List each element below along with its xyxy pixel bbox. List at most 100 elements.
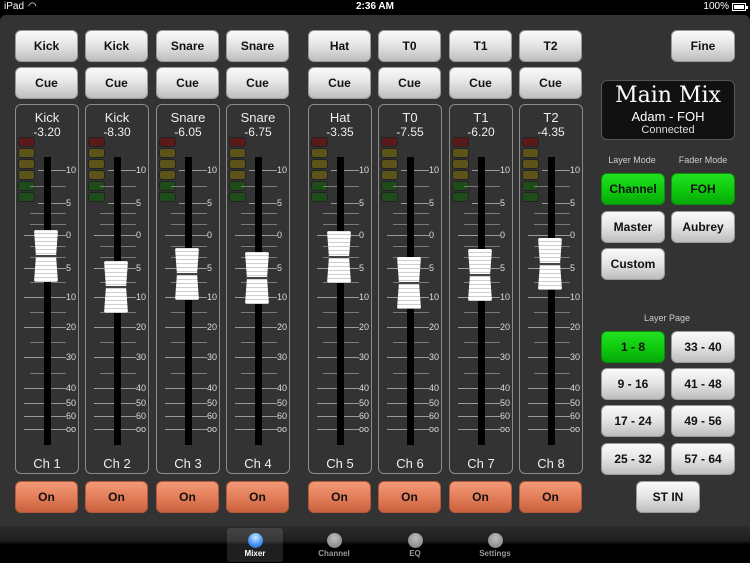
level-meter [18,137,35,203]
status-bar: iPad ◠ 2:36 AM 100% [0,0,750,15]
cue-button[interactable]: Cue [15,67,78,99]
cue-button[interactable]: Cue [449,67,512,99]
channel-name-button[interactable]: Snare [226,30,289,62]
fader-handle[interactable] [397,256,421,309]
channel-on-button[interactable]: On [308,481,371,513]
main-mix-display: Main Mix Adam - FOH Connected [601,80,735,140]
channel-on-button[interactable]: On [226,481,289,513]
meter-segment [18,137,35,147]
layer-mode-channel-button[interactable]: Channel [601,173,665,205]
scale-label: 30 [359,352,370,362]
st-in-button[interactable]: ST IN [636,481,700,513]
fader-handle[interactable] [327,231,351,284]
scale-label: 20 [136,322,147,332]
tab-label: Channel [318,549,350,558]
channel-name-button[interactable]: T2 [519,30,582,62]
channel-name-button[interactable]: Kick [15,30,78,62]
channel-on-button[interactable]: On [519,481,582,513]
channel-name-button[interactable]: T1 [449,30,512,62]
scale-label: 30 [136,352,147,362]
layer-mode-custom-button[interactable]: Custom [601,248,665,280]
layer-page-button[interactable]: 1 - 8 [601,331,665,363]
layer-page-button[interactable]: 57 - 64 [671,443,735,475]
fader-handle[interactable] [245,252,269,305]
scale-label: 60 [429,411,440,421]
scale-label: 10 [500,292,511,302]
level-meter [311,137,328,203]
channel-name-button[interactable]: T0 [378,30,441,62]
scale-label: 5 [66,198,72,208]
scale-label: 60 [277,411,288,421]
scale-label: 5 [429,198,435,208]
meter-segment [522,159,539,169]
fader-handle[interactable] [468,248,492,301]
channel-on-button[interactable]: On [15,481,78,513]
fader-handle[interactable] [538,237,562,290]
scale-label: 20 [429,322,440,332]
tab-mixer[interactable]: Mixer [227,528,283,562]
cue-button[interactable]: Cue [85,67,148,99]
scale-label: 0 [277,230,283,240]
scale-label: oo [136,424,147,434]
meter-segment [88,137,105,147]
fine-button[interactable]: Fine [671,30,735,62]
layer-page-button[interactable]: 33 - 40 [671,331,735,363]
channel-name-button[interactable]: Kick [85,30,148,62]
scale-label: 0 [66,230,72,240]
meter-segment [311,170,328,180]
scale-label: 50 [207,398,218,408]
channel-number-label: Ch 6 [396,456,424,471]
fader-handle-line [104,286,128,289]
tab-eq[interactable]: EQ [387,528,443,562]
meter-segment [88,170,105,180]
fader-handle-line [538,262,562,265]
level-meter [159,137,176,203]
channel-strip: Hat -3.35 10 5 0 5 10 20 30 40 50 60 oo Ch 5 [308,104,372,474]
fader-mode-aubrey-button[interactable]: Aubrey [671,211,735,243]
channel-on-button[interactable]: On [156,481,219,513]
channel-number-label: Ch 3 [174,456,202,471]
tab-channel[interactable]: Channel [306,528,362,562]
tab-label: Settings [479,549,511,558]
layer-mode-master-button[interactable]: Master [601,211,665,243]
layer-page-button[interactable]: 25 - 32 [601,443,665,475]
meter-segment [452,148,469,158]
scale-label: 40 [136,383,147,393]
fader-handle[interactable] [34,230,58,283]
fader-handle[interactable] [104,261,128,314]
channel-on-button[interactable]: On [85,481,148,513]
fader-mode-foh-button[interactable]: FOH [671,173,735,205]
layer-page-button[interactable]: 41 - 48 [671,368,735,400]
layer-page-button[interactable]: 17 - 24 [601,405,665,437]
cue-button[interactable]: Cue [519,67,582,99]
scale-label: 20 [570,322,581,332]
scale-label: 60 [207,411,218,421]
scale-label: 20 [500,322,511,332]
battery-percent: 100% [703,1,729,12]
layer-page-button[interactable]: 9 - 16 [601,368,665,400]
fader-handle-line [397,281,421,284]
scale-label: 30 [207,352,218,362]
scale-label: 5 [359,198,365,208]
scale-label: 60 [359,411,370,421]
scale-label: 50 [359,398,370,408]
meter-segment [452,192,469,202]
fader-handle[interactable] [175,248,199,301]
meter-segment [229,192,246,202]
channel-name-button[interactable]: Snare [156,30,219,62]
cue-button[interactable]: Cue [156,67,219,99]
channel-on-button[interactable]: On [378,481,441,513]
cue-button[interactable]: Cue [308,67,371,99]
channel-on-button[interactable]: On [449,481,512,513]
layer-page-button[interactable]: 49 - 56 [671,405,735,437]
tab-settings[interactable]: Settings [467,528,523,562]
cue-button[interactable]: Cue [226,67,289,99]
level-meter [452,137,469,203]
cue-button[interactable]: Cue [378,67,441,99]
channel-name: T2 [543,110,559,125]
scale-tick [401,170,429,171]
scale-label: 5 [570,198,576,208]
channel-name-button[interactable]: Hat [308,30,371,62]
scale-label: 5 [429,263,435,273]
layer-mode-caption: Layer Mode [608,155,656,165]
